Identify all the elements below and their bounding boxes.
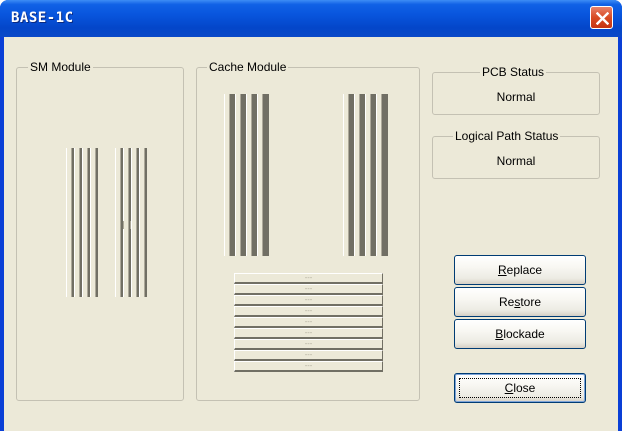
pcb-status-value: Normal: [496, 90, 536, 104]
replace-button[interactable]: Replace: [454, 255, 586, 285]
sm-slot-2[interactable]: [115, 148, 147, 297]
close-button[interactable]: Close: [454, 373, 586, 403]
sm-module-group: SM Module: [16, 60, 184, 401]
cache-slot[interactable]: ---: [234, 273, 383, 284]
cache-slot[interactable]: ---: [234, 284, 383, 295]
pcb-status-group: PCB Status Normal: [432, 65, 600, 115]
focus-rectangle: [459, 378, 581, 398]
pcb-status-label: PCB Status: [480, 65, 547, 79]
dialog-window: BASE-1C SM Module Cache Module --- --- -…: [0, 0, 622, 431]
sm-slot-1[interactable]: [66, 148, 98, 297]
logical-path-status-group: Logical Path Status Normal: [432, 129, 600, 179]
cache-slot[interactable]: ---: [234, 317, 383, 328]
restore-button[interactable]: Restore: [454, 287, 586, 317]
cache-slot[interactable]: ---: [234, 339, 383, 350]
cache-vertical-slot-right[interactable]: [343, 94, 389, 256]
cache-slot[interactable]: ---: [234, 306, 383, 317]
logical-path-status-label: Logical Path Status: [453, 129, 561, 143]
title-bar[interactable]: BASE-1C: [0, 0, 622, 37]
logical-path-status-value: Normal: [496, 154, 536, 168]
cache-module-label: Cache Module: [207, 60, 289, 74]
dialog-client-area: SM Module Cache Module --- --- --- --- -…: [4, 37, 618, 431]
cache-slot[interactable]: ---: [234, 328, 383, 339]
window-title: BASE-1C: [11, 10, 74, 26]
cache-slot[interactable]: ---: [234, 350, 383, 361]
cache-slot[interactable]: ---: [234, 295, 383, 306]
close-x-icon: [596, 12, 609, 25]
cache-slot[interactable]: ---: [234, 361, 383, 372]
blockade-button[interactable]: Blockade: [454, 319, 586, 349]
sm-module-label: SM Module: [28, 60, 93, 74]
title-close-button[interactable]: [590, 6, 613, 29]
cache-vertical-slot-left[interactable]: [224, 94, 270, 256]
